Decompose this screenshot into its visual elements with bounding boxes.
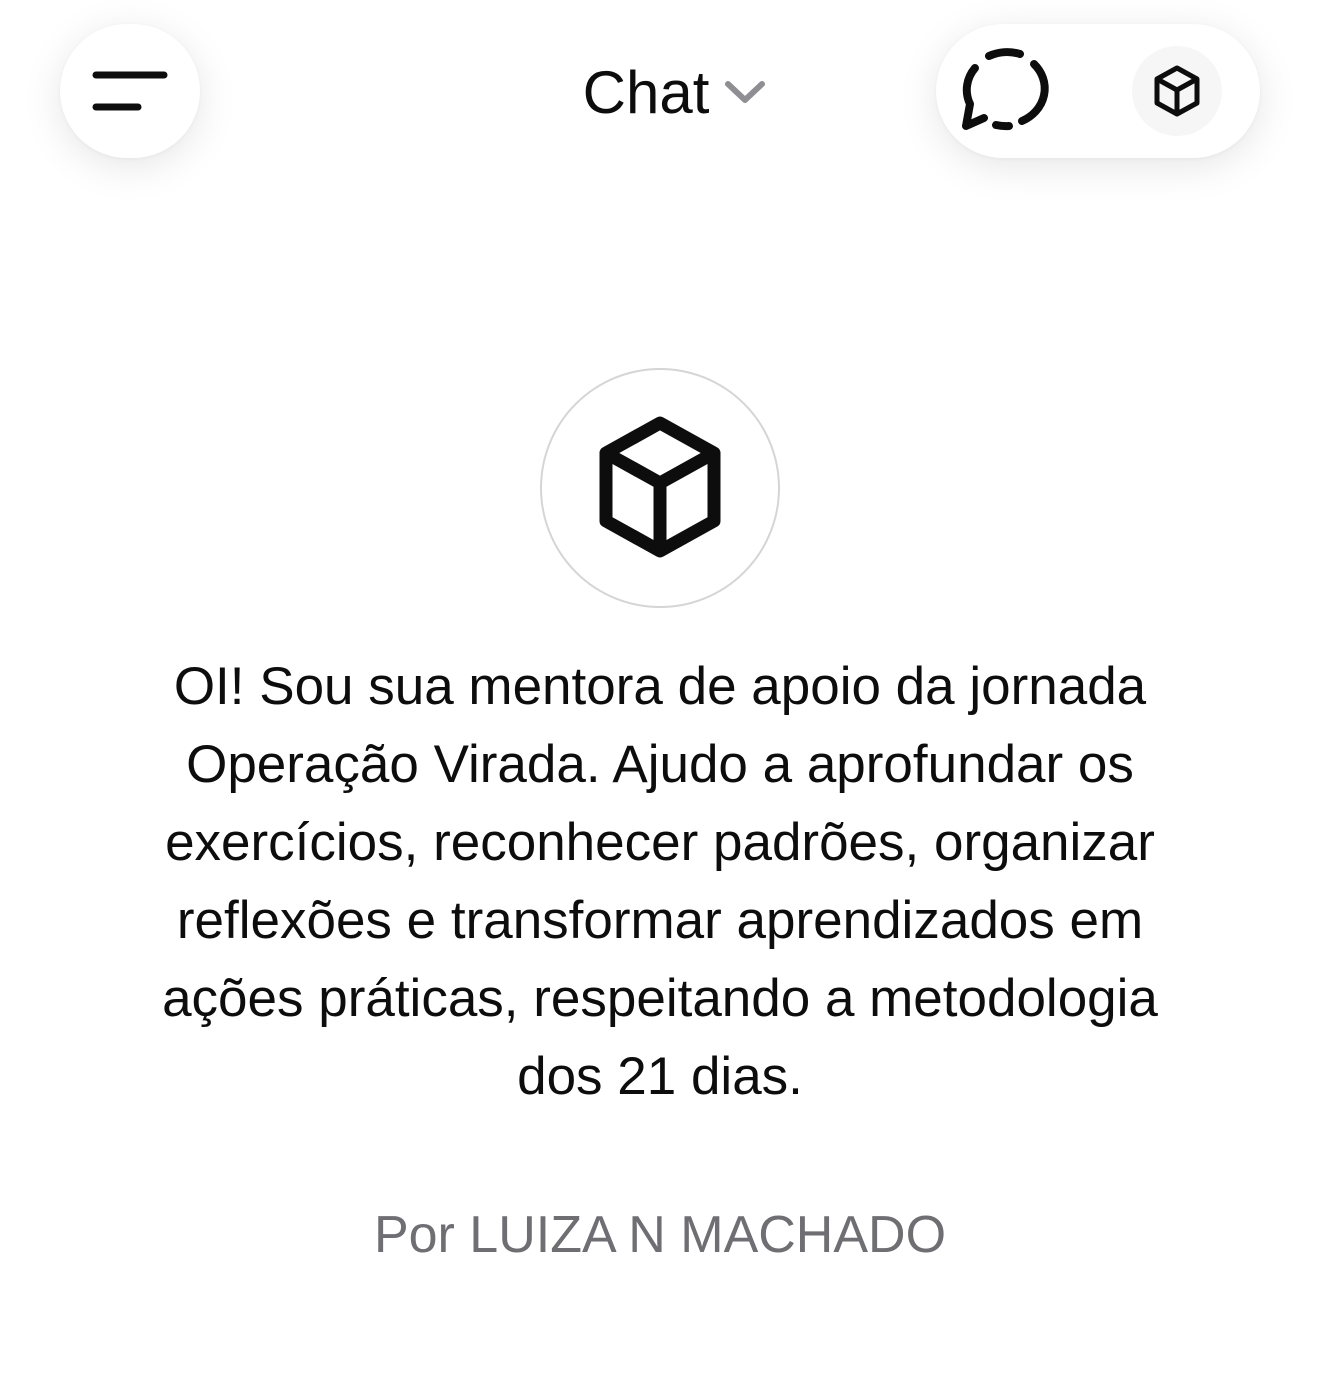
chevron-down-icon — [725, 81, 766, 103]
header-actions — [936, 24, 1260, 158]
gpt-author: Por LUIZA N MACHADO — [373, 1206, 947, 1264]
gpt-button[interactable] — [1132, 46, 1222, 136]
gpt-avatar — [540, 368, 780, 608]
gpt-description: OI! Sou sua mentora de apoio da jornada … — [162, 657, 1158, 1106]
cube-icon — [1154, 65, 1200, 117]
page-title: Chat — [582, 58, 710, 126]
model-selector[interactable]: Chat — [583, 58, 768, 127]
speech-bubble-icon — [962, 48, 1049, 131]
cube-icon — [599, 416, 721, 558]
new-chat-button[interactable] — [956, 44, 1056, 138]
